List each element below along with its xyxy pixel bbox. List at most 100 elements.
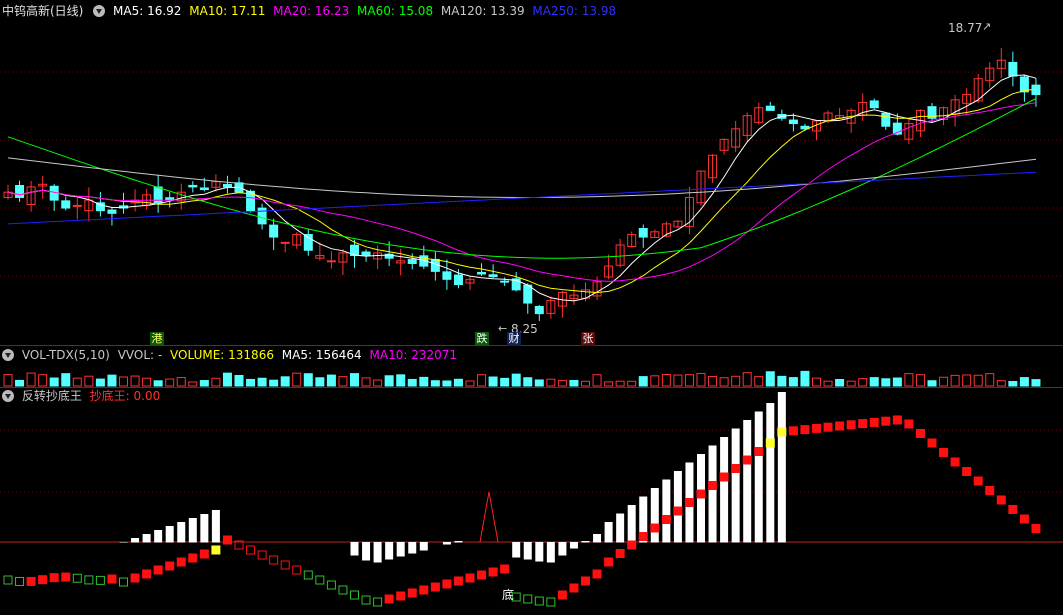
indicator-bar — [211, 510, 220, 543]
indicator-marker — [939, 448, 949, 457]
volume-indicator-name[interactable]: VOL-TDX(5,10) — [22, 348, 110, 362]
volume-bar — [546, 378, 556, 387]
candle-body — [881, 112, 891, 127]
indicator-marker — [765, 438, 775, 448]
volume-bar — [731, 375, 741, 387]
volume-bar — [465, 380, 475, 387]
stock-title[interactable]: 中钨高新(日线) — [2, 4, 83, 18]
volume-bar — [315, 377, 325, 387]
indicator-marker — [835, 421, 845, 431]
indicator-marker — [615, 549, 625, 558]
candle-body — [222, 183, 232, 188]
indicator-bar — [385, 542, 394, 560]
volume-bar — [765, 371, 775, 387]
indicator-marker — [84, 575, 94, 585]
volume-bar — [130, 375, 140, 387]
volume-bar — [453, 378, 463, 387]
indicator-marker — [742, 455, 752, 465]
volume-bar — [823, 380, 833, 387]
indicator-bar — [650, 488, 659, 543]
volume-bar — [257, 377, 267, 387]
indicator-marker — [234, 540, 244, 550]
volume-bar — [742, 372, 752, 387]
volume-bar — [881, 378, 891, 387]
volume-bar — [523, 377, 533, 387]
candle-body — [534, 305, 544, 315]
volume-bar — [61, 373, 71, 387]
candle-body — [15, 185, 25, 198]
indicator-bar — [408, 542, 417, 554]
volume-bar — [939, 376, 949, 387]
volume-bar — [1019, 377, 1029, 387]
indicator-marker — [915, 429, 925, 438]
volume-bar — [280, 376, 290, 387]
indicator-marker — [49, 573, 59, 583]
volume-bar — [869, 377, 879, 387]
high-price-label: 18.77 — [948, 21, 983, 35]
indicator-marker — [627, 540, 637, 550]
ma10-label: MA10: 17.11 — [189, 4, 266, 18]
indicator-marker — [754, 447, 764, 456]
settings-toggle-icon[interactable] — [93, 4, 106, 17]
volume-bar — [708, 375, 718, 387]
volume-bar — [812, 377, 821, 387]
tag-di: 底 — [502, 588, 515, 602]
indicator-bar — [673, 471, 682, 543]
indicator-value: 抄底王: 0.00 — [89, 389, 161, 403]
volume-bar — [3, 374, 13, 387]
indicator-bar — [546, 542, 555, 563]
volume-bar — [627, 380, 637, 387]
indicator-marker — [500, 564, 510, 574]
volume-bar — [419, 376, 429, 387]
indicator-marker — [38, 575, 48, 585]
indicator-bar — [639, 496, 648, 543]
volume-bar — [199, 380, 209, 387]
candle-body — [326, 260, 336, 263]
indicator-marker — [546, 597, 556, 607]
indicator-marker — [708, 481, 718, 490]
volume-bar — [604, 381, 614, 387]
indicator-bar — [743, 420, 752, 543]
candlestick-chart[interactable] — [0, 0, 1063, 345]
indicator-bar — [512, 542, 521, 558]
volume-bar — [84, 375, 94, 387]
indicator-marker — [673, 506, 683, 516]
indicator-marker — [303, 570, 313, 580]
indicator-marker — [280, 560, 290, 570]
indicator-marker — [927, 438, 937, 448]
indicator-bar — [154, 530, 163, 543]
indicator-marker — [696, 489, 706, 499]
indicator-bar — [419, 542, 428, 551]
indicator-bar — [131, 538, 140, 543]
tag-gang[interactable]: 港 — [150, 332, 164, 346]
tag-die[interactable]: 跌 — [475, 332, 489, 346]
indicator-marker — [985, 486, 995, 495]
indicator-bar — [558, 542, 567, 556]
volume-bar — [500, 377, 510, 387]
volume-bar — [384, 375, 394, 387]
indicator-marker — [119, 577, 128, 587]
volume-bar — [557, 379, 567, 387]
indicator-bar — [777, 392, 786, 543]
volume-bar — [511, 373, 521, 387]
indicator-marker — [269, 555, 279, 565]
indicator-marker — [592, 569, 602, 579]
tag-zhang[interactable]: 张 — [581, 332, 595, 346]
indicator-marker — [488, 567, 498, 577]
tag-cai[interactable]: 财 — [507, 332, 521, 346]
indicator-toggle-icon[interactable] — [2, 389, 14, 402]
volume-bar — [569, 379, 579, 387]
indicator-marker — [373, 597, 383, 607]
volume-toggle-icon[interactable] — [2, 348, 14, 361]
candle-body — [442, 271, 452, 280]
volume-bar — [996, 380, 1006, 387]
indicator-marker — [442, 579, 452, 589]
indicator-name[interactable]: 反转抄底王 — [22, 389, 82, 403]
volume-bar — [650, 375, 660, 387]
indicator-bar — [142, 534, 151, 543]
volume-bar — [638, 376, 648, 387]
volume-bar — [373, 379, 383, 387]
candle-body — [107, 209, 117, 214]
volume-bar — [673, 374, 683, 387]
indicator-marker — [61, 572, 71, 582]
